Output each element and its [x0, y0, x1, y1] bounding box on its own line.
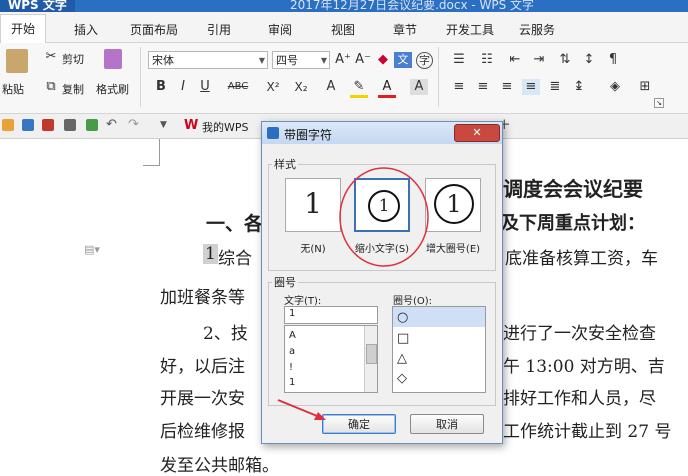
- annotation-circle: [339, 167, 429, 267]
- annotation-arrow-line: [277, 399, 323, 419]
- annotation-overlay: [277, 167, 429, 420]
